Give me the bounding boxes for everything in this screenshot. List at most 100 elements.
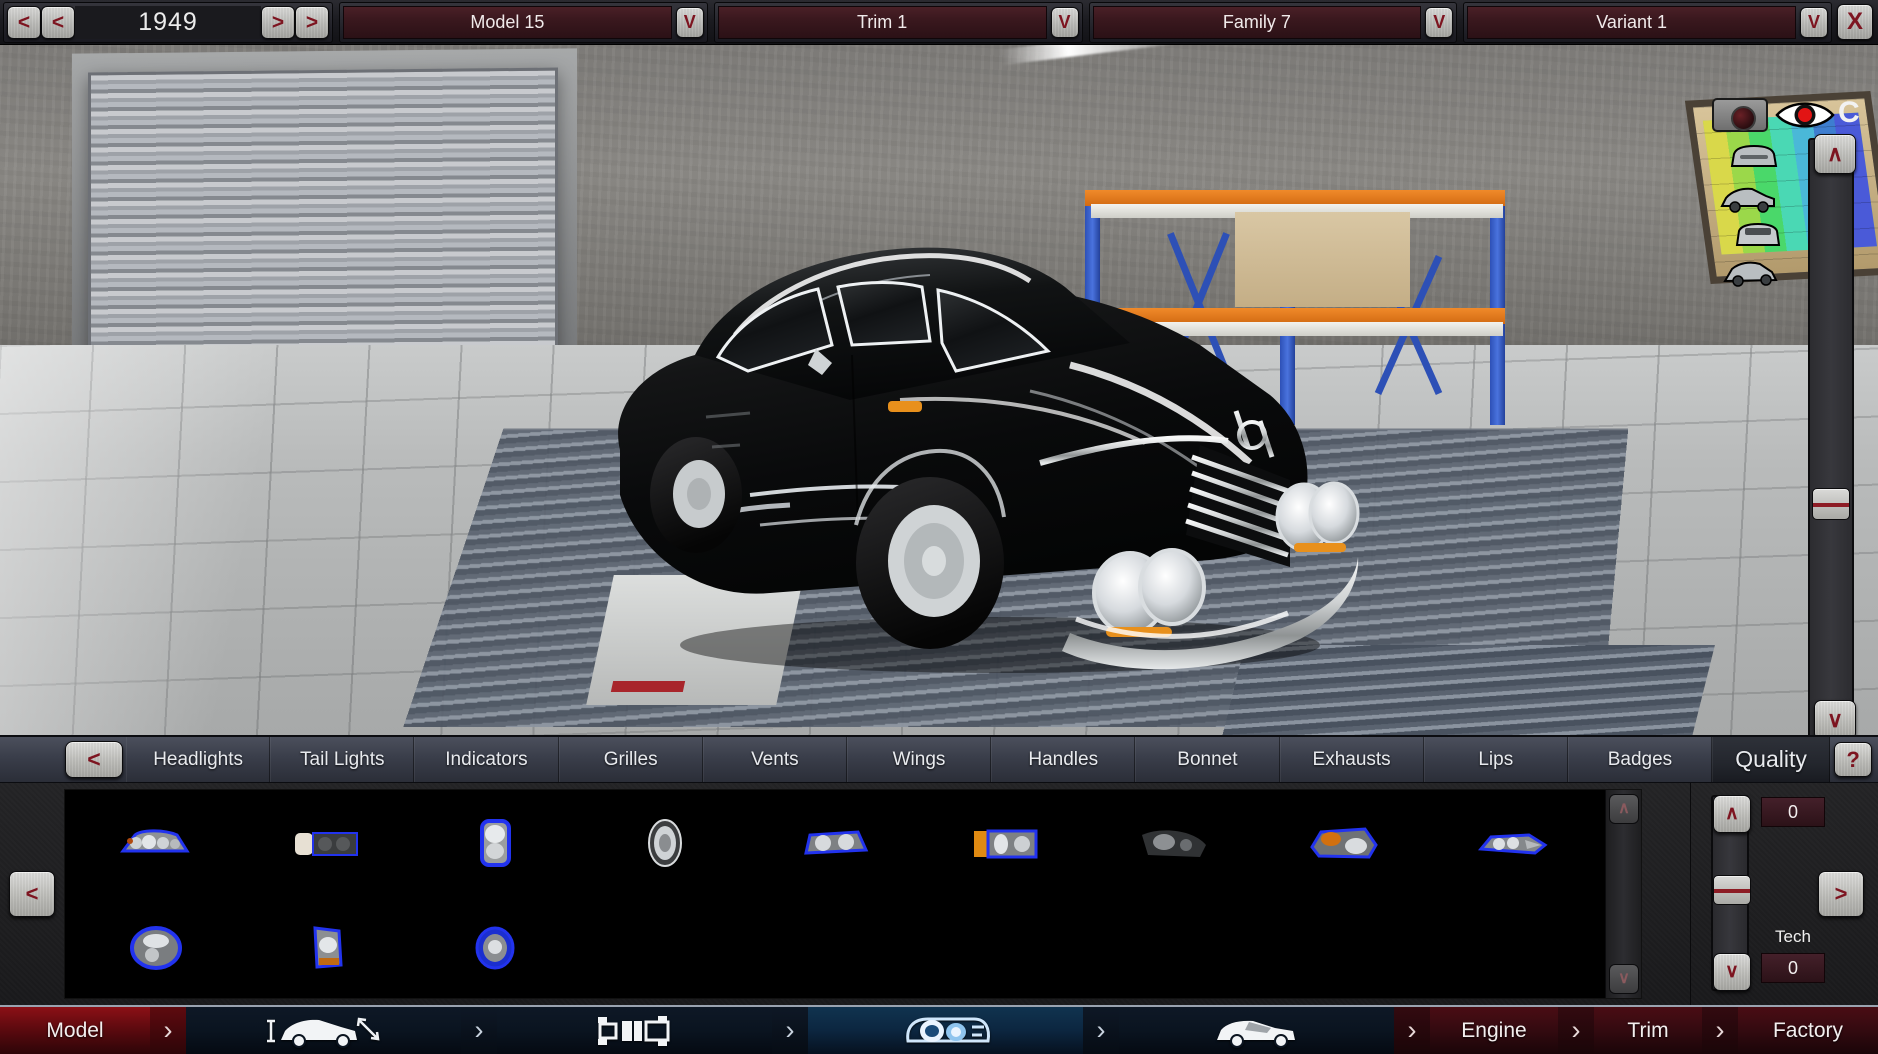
variant-selector-group: Variant 1 V xyxy=(1463,1,1832,43)
family-selector-group: Family 7 V xyxy=(1088,1,1458,43)
tab-exhausts[interactable]: Exhausts xyxy=(1279,737,1424,782)
part-headlight-teardrop-dark[interactable] xyxy=(1138,816,1212,870)
category-back-button[interactable]: < xyxy=(65,741,123,778)
car-model-preview[interactable] xyxy=(600,195,1420,675)
part-headlight-tall-vertical[interactable] xyxy=(458,816,532,870)
parts-scroll-up-button[interactable]: ∧ xyxy=(1609,794,1639,824)
nav-separator-icon: › xyxy=(1394,1007,1430,1054)
nav-separator-icon: › xyxy=(1083,1007,1119,1054)
car-window-side xyxy=(838,282,930,345)
model-dropdown-caret-icon[interactable]: V xyxy=(675,6,704,38)
part-headlight-amber-side[interactable] xyxy=(968,816,1042,870)
top-toolbar: < < 1949 > > Model 15 V Trim 1 V Family … xyxy=(0,0,1878,45)
year-selector-group: < < 1949 > > xyxy=(3,1,333,43)
nav-factory[interactable]: Factory xyxy=(1738,1007,1878,1054)
part-selection-panel: < ∧ ∨ xyxy=(0,783,1878,1005)
close-button[interactable]: X xyxy=(1837,4,1873,40)
parts-prev-page-nav: < xyxy=(0,783,64,1005)
model-selector-group: Model 15 V xyxy=(339,1,708,43)
tab-quality[interactable]: Quality xyxy=(1712,737,1831,782)
tab-grilles[interactable]: Grilles xyxy=(558,737,703,782)
nav-model[interactable]: Model xyxy=(0,1007,150,1054)
rear-view-icon[interactable] xyxy=(1728,218,1788,252)
part-headlight-projector-amber[interactable] xyxy=(1307,816,1381,870)
headlight-body-icon xyxy=(905,1017,990,1042)
parts-scroll-down-button[interactable]: ∨ xyxy=(1609,964,1639,994)
quality-slider-thumb[interactable] xyxy=(1713,875,1751,905)
year-prev-button[interactable]: < xyxy=(41,5,75,39)
nav-separator-icon: › xyxy=(1558,1007,1594,1054)
chassis-icon xyxy=(597,1015,669,1046)
nav-separator-icon: › xyxy=(150,1007,186,1054)
year-prev-fast-button[interactable]: < xyxy=(7,5,41,39)
car-body-icon xyxy=(1216,1020,1295,1048)
viewport-scroll-up-button[interactable]: ∧ xyxy=(1814,134,1856,174)
trim-dropdown-caret-icon[interactable]: V xyxy=(1050,6,1079,38)
camera-icon[interactable] xyxy=(1712,98,1768,132)
parts-grid-scrollbar[interactable]: ∧ ∨ xyxy=(1605,790,1641,998)
viewport-scroll-thumb[interactable] xyxy=(1812,488,1850,520)
family-name-field[interactable]: Family 7 xyxy=(1092,5,1422,39)
quality-decrease-button[interactable]: ∨ xyxy=(1713,953,1751,991)
part-headlight-slim-twin[interactable] xyxy=(1477,816,1551,870)
car-front-wheel xyxy=(856,477,1004,649)
parts-next-page-button[interactable]: > xyxy=(1818,871,1864,917)
help-button[interactable]: ? xyxy=(1834,742,1873,777)
year-next-button[interactable]: > xyxy=(261,5,295,39)
nav-body-parts[interactable] xyxy=(808,1007,1083,1054)
game-window: < < 1949 > > Model 15 V Trim 1 V Family … xyxy=(0,0,1878,1054)
nav-engine[interactable]: Engine xyxy=(1430,1007,1558,1054)
tab-indicators[interactable]: Indicators xyxy=(414,737,559,782)
quality-increase-button[interactable]: ∧ xyxy=(1713,795,1751,833)
part-headlight-quad-round-chrome[interactable] xyxy=(119,816,193,870)
tab-lips[interactable]: Lips xyxy=(1423,737,1568,782)
part-thumbnail-grid-wrap: ∧ ∨ xyxy=(64,789,1642,999)
parts-prev-page-button[interactable]: < xyxy=(9,871,55,917)
quality-slider-panel: ∧ ∨ 0 Tech 0 > xyxy=(1690,783,1878,1005)
nav-chassis[interactable] xyxy=(497,1007,772,1054)
model-name-field[interactable]: Model 15 xyxy=(343,5,672,39)
quality-value: 0 xyxy=(1761,797,1825,827)
part-headlight-small-round-ring[interactable] xyxy=(458,921,532,975)
year-value: 1949 xyxy=(75,5,261,39)
tab-handles[interactable]: Handles xyxy=(991,737,1136,782)
viewport-vertical-scrollbar[interactable] xyxy=(1808,138,1854,735)
part-headlight-single-round[interactable] xyxy=(628,816,702,870)
tab-vents[interactable]: Vents xyxy=(702,737,847,782)
part-category-tabbar: < Headlights Tail Lights Indicators Gril… xyxy=(0,735,1878,783)
family-dropdown-caret-icon[interactable]: V xyxy=(1425,6,1454,38)
car-rear-wheel xyxy=(650,437,742,553)
trim-selector-group: Trim 1 V xyxy=(713,1,1083,43)
part-headlight-dual-wedge[interactable] xyxy=(798,816,872,870)
nav-car-body[interactable] xyxy=(1119,1007,1394,1054)
part-headlight-oval-dual[interactable] xyxy=(119,921,193,975)
car-side-indicator xyxy=(888,401,922,412)
part-headlight-angular-amber[interactable] xyxy=(289,921,363,975)
eye-visible-icon[interactable] xyxy=(1774,98,1836,132)
tech-pool-label: Tech xyxy=(1775,927,1811,946)
nav-separator-icon: › xyxy=(461,1007,497,1054)
trim-name-field[interactable]: Trim 1 xyxy=(717,5,1047,39)
tab-wings[interactable]: Wings xyxy=(846,737,992,782)
car-headlight-right xyxy=(1275,481,1360,552)
tab-bonnet[interactable]: Bonnet xyxy=(1135,737,1280,782)
year-next-fast-button[interactable]: > xyxy=(295,5,329,39)
workflow-navigation-bar: Model › › › › › Engine › Trim › Factory xyxy=(0,1005,1878,1054)
part-headlight-rectangular-dual[interactable] xyxy=(289,816,363,870)
tab-tail-lights[interactable]: Tail Lights xyxy=(270,737,415,782)
3d-viewport[interactable]: C ∧ ∨ xyxy=(0,45,1878,735)
side-view-icon[interactable] xyxy=(1718,182,1778,216)
three-quarter-view-icon[interactable] xyxy=(1720,256,1780,290)
tab-headlights[interactable]: Headlights xyxy=(126,737,271,782)
front-view-icon[interactable] xyxy=(1724,140,1784,174)
variant-name-field[interactable]: Variant 1 xyxy=(1467,5,1796,39)
tab-badges[interactable]: Badges xyxy=(1567,737,1713,782)
nav-trim[interactable]: Trim xyxy=(1594,1007,1702,1054)
nav-car-dimensions[interactable] xyxy=(186,1007,461,1054)
variant-dropdown-caret-icon[interactable]: V xyxy=(1800,6,1828,38)
nav-separator-icon: › xyxy=(1702,1007,1738,1054)
tech-pool-value: 0 xyxy=(1761,953,1825,983)
quality-slider-track[interactable]: ∧ ∨ xyxy=(1711,795,1751,991)
car-dimensions-icon xyxy=(266,1017,379,1048)
viewport-scroll-down-button[interactable]: ∨ xyxy=(1814,700,1856,735)
